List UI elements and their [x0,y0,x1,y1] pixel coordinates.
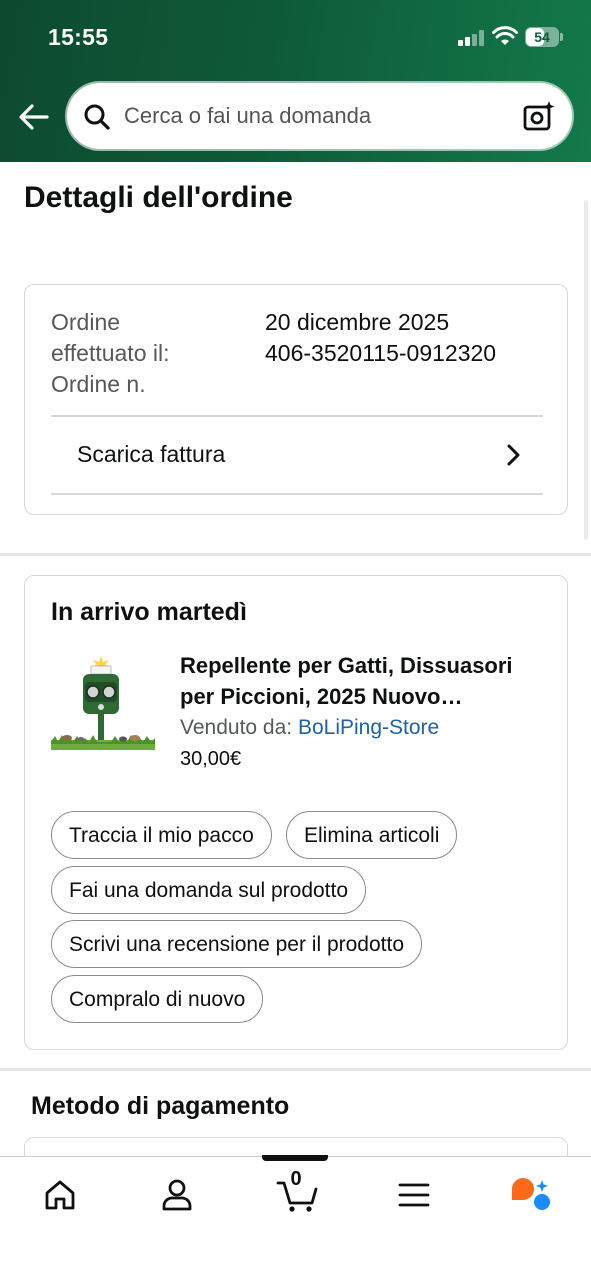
home-icon[interactable] [40,1175,80,1215]
ask-product-question-button[interactable]: Fai una domanda sul prodotto [51,866,367,914]
download-invoice-label: Scarica fattura [77,441,226,467]
sold-by: Venduto da: BoLiPing-Store [180,716,439,740]
search-bar[interactable] [67,83,572,149]
battery-icon: 54 [525,27,563,47]
product-image[interactable] [51,652,155,758]
account-icon[interactable] [157,1175,197,1215]
cart-icon [276,1181,318,1212]
delete-items-button[interactable]: Elimina articoli [286,811,458,859]
product-price: 30,00€ [180,748,242,770]
status-time: 15:55 [48,24,109,50]
download-invoice-row[interactable]: Scarica fattura [25,417,569,495]
cart-button[interactable]: 0 [276,1168,320,1215]
order-date: 20 dicembre 2025 [265,309,450,335]
back-arrow-icon[interactable] [16,100,52,134]
bottom-navigation: 0 [0,1155,591,1280]
chevron-right-icon [507,444,520,466]
app-header: 15:55 54 [0,0,591,162]
camera-scan-icon[interactable] [522,99,556,133]
active-tab-indicator [262,1155,328,1161]
battery-level: 54 [534,29,550,45]
order-number-label: Ordine n. [51,371,146,397]
order-date-label: Ordine effettuato il: [51,309,170,366]
divider [51,493,543,495]
write-review-button[interactable]: Scrivi una recensione per il prodotto [51,920,423,968]
seller-link[interactable]: BoLiPing-Store [298,716,439,739]
order-number: 406-3520115-0912320 [265,340,497,366]
track-package-button[interactable]: Traccia il mio pacco [51,811,272,859]
menu-icon[interactable] [394,1175,434,1215]
page-title: Dettagli dell'ordine [24,181,293,214]
buy-again-button[interactable]: Compralo di nuovo [51,975,264,1023]
payment-method-title: Metodo di pagamento [31,1092,290,1120]
status-bar: 15:55 54 [0,0,591,70]
product-title-link[interactable]: Repellente per Gatti, Dissuasori per Pic… [180,650,550,712]
sold-by-label: Venduto da: [180,716,293,739]
search-input[interactable] [124,83,504,149]
section-separator [0,1068,591,1071]
delivery-status-title: In arrivo martedì [51,598,247,626]
order-summary-card: Ordine effettuato il: Ordine n. 20 dicem… [24,284,568,515]
order-labels: Ordine effettuato il: Ordine n. [51,307,221,400]
wifi-icon [492,26,518,45]
delivery-card: In arrivo martedì Repellente per Gatti, … [24,575,568,1050]
cellular-signal-icon [458,30,486,46]
search-icon [84,104,110,130]
scrollbar[interactable] [584,200,588,540]
section-separator [0,553,591,556]
rufus-assistant-icon[interactable] [508,1175,552,1215]
